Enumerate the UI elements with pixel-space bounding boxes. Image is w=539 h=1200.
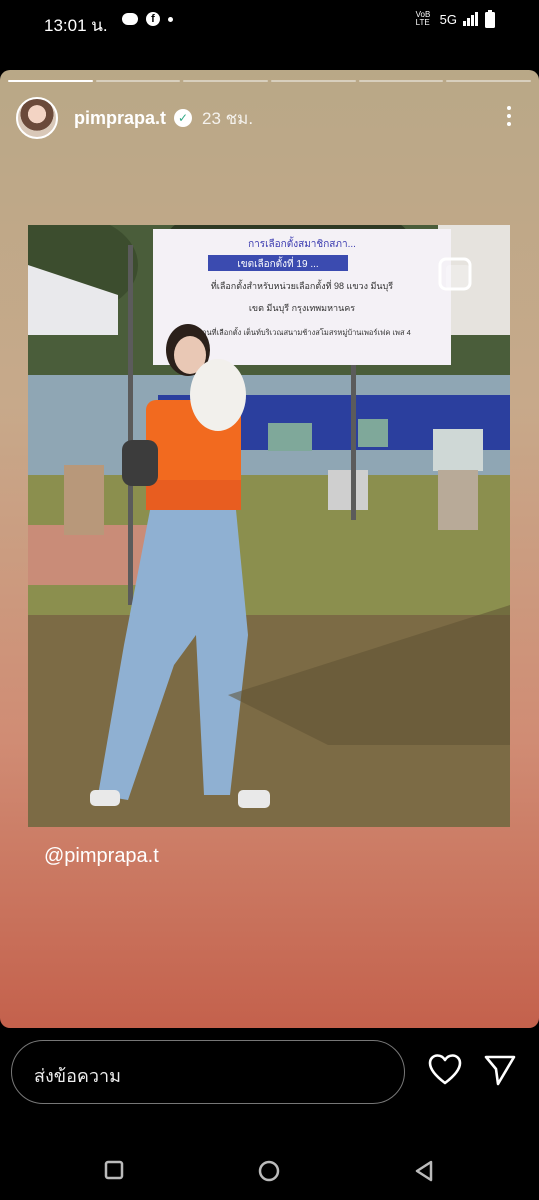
signal-icon	[463, 12, 478, 26]
facebook-icon: f	[146, 12, 160, 26]
volte-label: VoB LTE	[415, 10, 431, 27]
banner-line: ที่เลือกตั้งสำหรับหน่วยเลือกตั้งที่ 98 แ…	[211, 279, 393, 292]
mention-sticker[interactable]: @pimprapa.t	[44, 845, 159, 868]
more-options-icon[interactable]	[507, 106, 511, 126]
dot-icon	[168, 16, 173, 22]
recent-apps-icon[interactable]	[104, 1160, 124, 1180]
post-time: 23 ชม.	[202, 108, 254, 128]
status-indicators: VoB LTE 5G	[416, 10, 495, 28]
battery-icon	[485, 10, 495, 28]
line-icon	[122, 13, 138, 25]
heart-icon[interactable]	[428, 1054, 462, 1086]
story-header: pimprapa.t ✓ 23 ชม.	[16, 96, 253, 140]
reply-placeholder: ส่งข้อความ	[34, 1066, 122, 1086]
reply-input[interactable]: ส่งข้อความ	[11, 1040, 405, 1104]
story-photo: การเลือกตั้งสมาชิกสภา... เขตเลือกตั้งที่…	[28, 225, 510, 827]
progress-segment	[8, 80, 93, 82]
progress-segment	[446, 80, 532, 82]
verified-badge-icon: ✓	[174, 109, 193, 127]
progress-segment	[95, 80, 181, 82]
network-label: 5G	[439, 11, 457, 27]
story-progress-bar	[8, 80, 532, 82]
banner-line: สถานที่เลือกตั้ง เต็นท์บริเวณสนามช้างสโม…	[193, 327, 411, 337]
notification-icons: f	[122, 12, 173, 26]
banner-line: เขต มีนบุรี กรุงเทพมหานคร	[249, 303, 355, 314]
progress-segment	[358, 80, 444, 82]
system-nav-bar	[0, 1140, 539, 1200]
progress-segment	[183, 80, 269, 82]
banner-line: การเลือกตั้งสมาชิกสภา...	[248, 236, 356, 250]
back-icon[interactable]	[414, 1160, 434, 1182]
send-icon[interactable]	[484, 1054, 516, 1086]
clock: 13:01 น.	[44, 16, 108, 35]
username[interactable]: pimprapa.t	[74, 108, 166, 129]
status-bar: 13:01 น. f VoB LTE 5G	[0, 0, 539, 44]
home-icon[interactable]	[258, 1160, 280, 1182]
photo-illustration: การเลือกตั้งสมาชิกสภา... เขตเลือกตั้งที่…	[28, 225, 510, 827]
banner-line: เขตเลือกตั้งที่ 19 ...	[237, 256, 318, 270]
story-card[interactable]: pimprapa.t ✓ 23 ชม. การเลือกตั้งสมาชิกสภ…	[0, 70, 539, 1028]
avatar[interactable]	[16, 97, 58, 139]
progress-segment	[271, 80, 356, 82]
